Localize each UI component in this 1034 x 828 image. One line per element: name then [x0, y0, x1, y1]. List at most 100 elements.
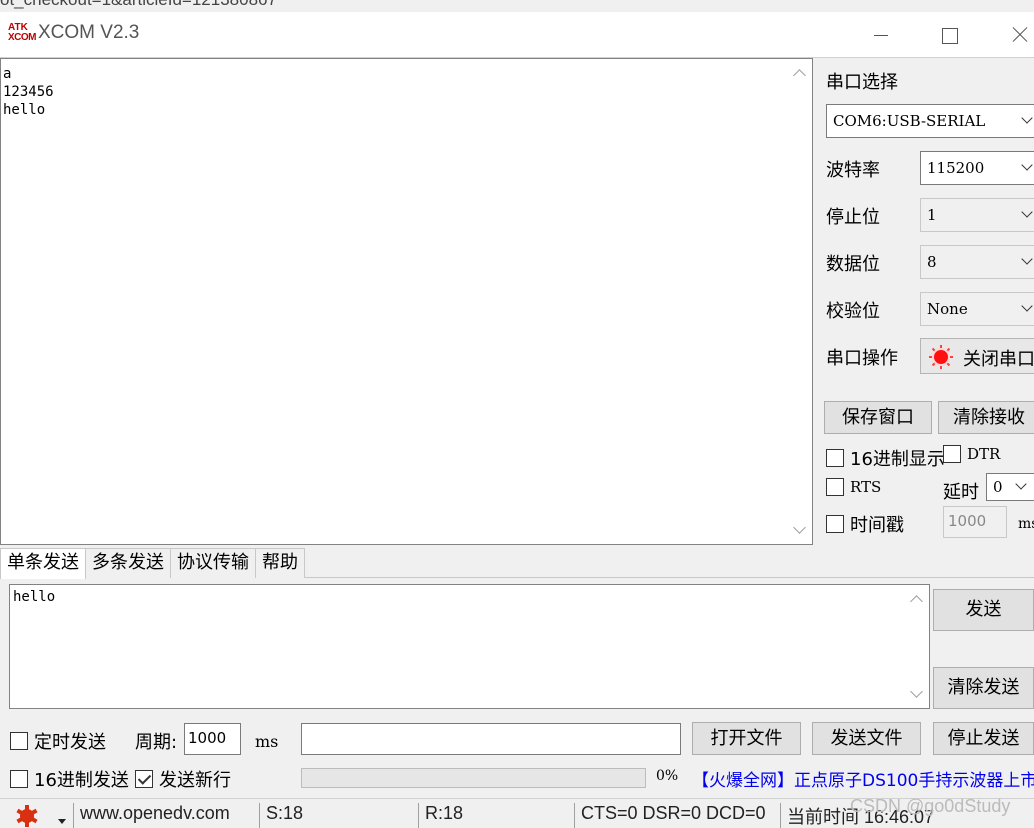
port-select[interactable]: COM6:USB-SERIAL — [826, 104, 1034, 138]
send-progress-bar — [301, 768, 646, 788]
stop-bits-value: 1 — [927, 206, 937, 224]
parity-label: 校验位 — [826, 301, 880, 322]
hex-send-option[interactable]: 16进制发送 — [10, 766, 129, 792]
send-label: 发送 — [965, 599, 1002, 620]
delay-value: 0 — [993, 478, 1003, 496]
chevron-down-icon — [1015, 478, 1027, 490]
status-sent-count: S:18 — [259, 803, 303, 828]
timestamp-unit: ms — [1018, 516, 1034, 532]
data-bits-select[interactable]: 8 — [920, 245, 1034, 279]
scroll-down-icon[interactable] — [910, 685, 923, 698]
period-unit: ms — [255, 732, 279, 751]
baud-label: 波特率 — [826, 160, 880, 181]
chevron-down-icon[interactable] — [58, 819, 66, 824]
hex-display-checkbox[interactable] — [826, 449, 844, 467]
progress-percent-label: 0% — [656, 768, 679, 784]
close-button[interactable] — [995, 12, 1034, 58]
status-website[interactable]: www.openedv.com — [73, 803, 230, 828]
file-path-input[interactable] — [301, 723, 681, 755]
chevron-down-icon — [1021, 206, 1033, 218]
hex-send-label: 16进制发送 — [34, 770, 129, 791]
url-fragment: ot_checkout=1&articleId=121380867 — [0, 0, 277, 10]
period-value: 1000 — [188, 729, 227, 747]
tab-help[interactable]: 帮助 — [255, 548, 305, 578]
port-operation-label: 串口操作 — [826, 348, 898, 369]
watermark-text: CSDN @go0dStudy — [850, 796, 1011, 816]
parity-select[interactable]: None — [920, 292, 1034, 326]
save-window-label: 保存窗口 — [842, 407, 914, 428]
logo-text-bottom: XCOM — [8, 32, 37, 43]
rts-label: RTS — [850, 478, 882, 496]
scroll-down-icon[interactable] — [793, 521, 806, 534]
send-button[interactable]: 发送 — [933, 589, 1034, 631]
timed-send-option[interactable]: 定时发送 — [10, 728, 106, 754]
rts-checkbox[interactable] — [826, 478, 844, 496]
tab-single-send[interactable]: 单条发送 — [0, 548, 86, 579]
close-port-label: 关闭串口 — [963, 349, 1034, 370]
chevron-down-icon — [1021, 300, 1033, 312]
scroll-up-icon[interactable] — [910, 595, 923, 608]
port-select-value: COM6:USB-SERIAL — [833, 112, 986, 130]
timestamp-checkbox[interactable] — [826, 515, 844, 533]
receive-scrollbar[interactable] — [788, 59, 812, 544]
receive-text: a 123456 hello — [3, 66, 54, 118]
hex-display-option[interactable]: 16进制显示 — [826, 445, 945, 471]
timestamp-interval-value: 1000 — [948, 512, 987, 530]
stop-send-label: 停止发送 — [947, 728, 1020, 749]
led-indicator-icon — [929, 345, 953, 369]
send-textarea[interactable]: hello — [9, 584, 930, 709]
clear-receive-button[interactable]: 清除接收 — [938, 401, 1034, 434]
delay-select[interactable]: 0 — [986, 473, 1034, 501]
browser-url-strip: ot_checkout=1&articleId=121380867 — [0, 0, 1034, 12]
chevron-down-icon — [1021, 159, 1033, 171]
send-scrollbar[interactable] — [905, 585, 929, 708]
tab-protocol[interactable]: 协议传输 — [170, 548, 256, 578]
stop-bits-label: 停止位 — [826, 207, 880, 228]
hex-display-label: 16进制显示 — [850, 449, 945, 470]
maximize-button[interactable] — [926, 12, 972, 58]
dtr-option[interactable]: DTR — [943, 445, 1000, 463]
rts-option[interactable]: RTS — [826, 478, 881, 496]
open-file-button[interactable]: 打开文件 — [692, 722, 801, 755]
baud-select[interactable]: 115200 — [920, 151, 1034, 185]
clear-send-button[interactable]: 清除发送 — [933, 667, 1034, 709]
send-newline-option[interactable]: 发送新行 — [135, 766, 231, 792]
status-signals: CTS=0 DSR=0 DCD=0 — [574, 803, 766, 828]
port-select-label: 串口选择 — [826, 72, 898, 93]
send-file-label: 发送文件 — [830, 728, 903, 749]
hex-send-checkbox[interactable] — [10, 770, 28, 788]
send-text: hello — [13, 589, 56, 605]
scroll-up-icon[interactable] — [793, 69, 806, 82]
ad-link[interactable]: 【火爆全网】正点原子DS100手持示波器上市 — [692, 766, 1034, 791]
timed-send-checkbox[interactable] — [10, 732, 28, 750]
timestamp-label: 时间戳 — [850, 515, 904, 536]
title-bar: ATK XCOM XCOM V2.3 — [0, 12, 1034, 58]
send-file-button[interactable]: 发送文件 — [812, 722, 921, 755]
period-input[interactable]: 1000 — [184, 723, 241, 755]
clear-send-label: 清除发送 — [947, 677, 1020, 698]
delay-label: 延时 — [943, 482, 979, 503]
clear-receive-label: 清除接收 — [953, 407, 1025, 428]
data-bits-value: 8 — [927, 253, 937, 271]
stop-bits-select[interactable]: 1 — [920, 198, 1034, 232]
settings-gear-icon[interactable] — [16, 805, 38, 827]
dtr-checkbox[interactable] — [943, 445, 961, 463]
timestamp-interval-input[interactable]: 1000 — [943, 506, 1007, 538]
send-tabs: 单条发送 多条发送 协议传输 帮助 — [0, 548, 305, 579]
timestamp-option[interactable]: 时间戳 — [826, 511, 904, 537]
parity-value: None — [927, 300, 968, 318]
baud-value: 115200 — [927, 159, 985, 177]
receive-textarea[interactable]: a 123456 hello — [0, 58, 813, 545]
close-port-button[interactable]: 关闭串口 — [920, 338, 1034, 374]
minimize-button[interactable] — [857, 12, 903, 58]
stop-send-button[interactable]: 停止发送 — [933, 722, 1034, 755]
tab-multi-send[interactable]: 多条发送 — [85, 548, 171, 578]
chevron-down-icon — [1021, 112, 1033, 124]
status-received-count: R:18 — [418, 803, 463, 828]
period-label: 周期: — [135, 732, 178, 753]
dtr-label: DTR — [967, 445, 1001, 463]
window-title: XCOM V2.3 — [38, 22, 140, 43]
send-newline-checkbox[interactable] — [135, 770, 153, 788]
save-window-button[interactable]: 保存窗口 — [824, 401, 932, 434]
data-bits-label: 数据位 — [826, 254, 880, 275]
